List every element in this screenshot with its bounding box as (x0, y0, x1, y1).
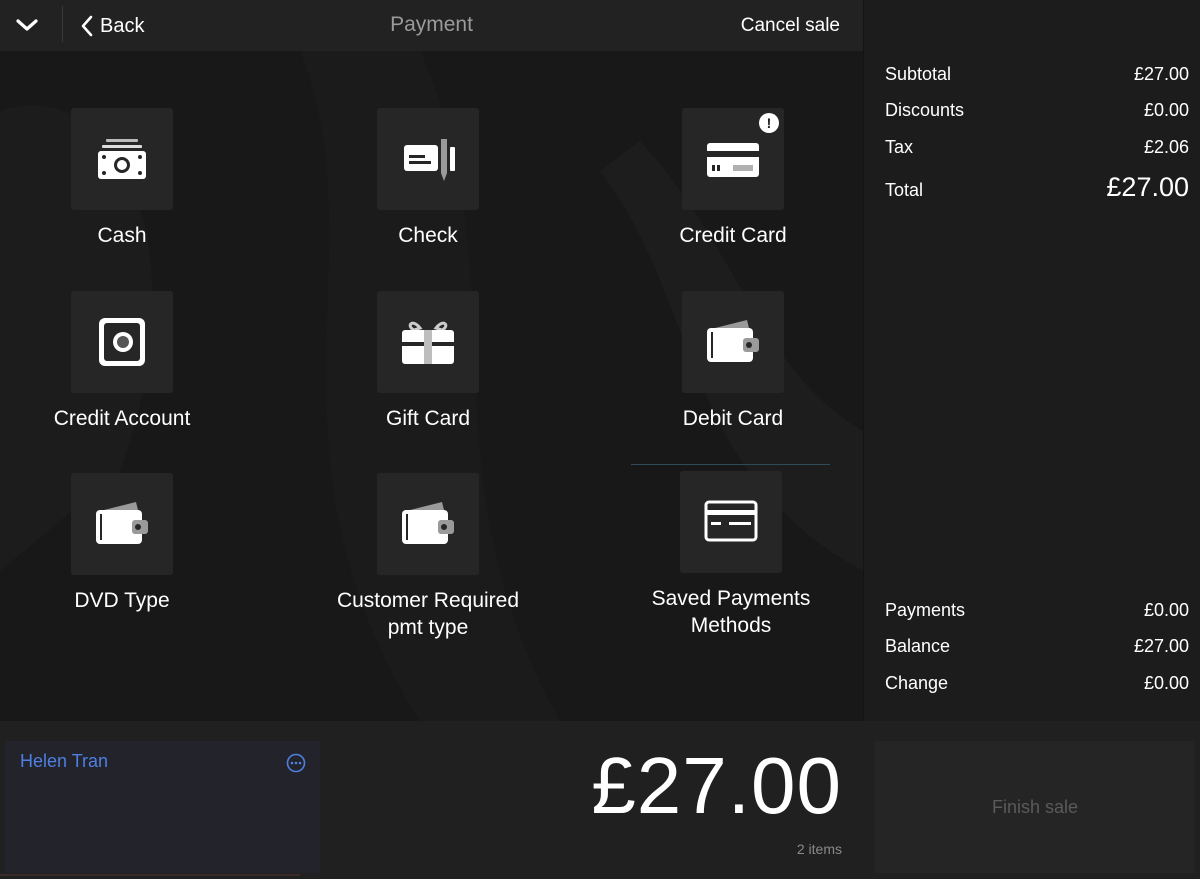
discounts-row: Discounts £0.00 (885, 100, 1189, 121)
check-tile-box (377, 108, 479, 210)
subtotal-label: Subtotal (885, 64, 952, 84)
payment-method-label: Cash (97, 224, 147, 247)
subtotal-value: £27.00 (1133, 64, 1189, 84)
divider (62, 6, 63, 42)
wallet-icon (402, 502, 454, 544)
payment-method-credit-card[interactable]: ! Credit Card (613, 108, 853, 249)
payment-method-gift-card[interactable]: Gift Card (308, 291, 548, 432)
tax-value: £2.06 (1143, 137, 1189, 157)
tax-label: Tax (885, 137, 914, 157)
bottom-edge (0, 874, 300, 876)
gift-card-tile-box (377, 291, 479, 393)
more-options-icon[interactable] (286, 753, 306, 773)
wallet-icon (96, 502, 148, 544)
tax-row: Tax £2.06 (885, 137, 1189, 158)
discounts-value: £0.00 (1143, 100, 1189, 120)
customer-name[interactable]: Helen Tran (20, 751, 108, 772)
payments-row: Payments £0.00 (885, 600, 1189, 621)
payment-method-label: Credit Card (679, 224, 787, 247)
chevron-down-icon[interactable] (14, 13, 40, 37)
cash-icon (98, 139, 146, 179)
payment-method-label: Debit Card (682, 407, 784, 430)
payment-method-label: Check (398, 224, 458, 247)
section-divider (631, 464, 830, 465)
balance-label: Balance (885, 636, 951, 656)
alert-badge: ! (759, 113, 779, 133)
payment-method-saved-payments[interactable]: Saved Payments Methods (611, 471, 851, 639)
customer-card[interactable]: Helen Tran (5, 741, 320, 873)
subtotal-row: Subtotal £27.00 (885, 64, 1189, 85)
chevron-left-icon (81, 15, 93, 37)
payment-method-label: Credit Account (53, 407, 191, 430)
payment-method-label: DVD Type (74, 589, 170, 612)
items-count: 2 items (796, 841, 842, 857)
balance-value: £27.00 (1133, 636, 1189, 656)
credit-card-icon (707, 143, 759, 177)
credit-account-tile-box (71, 291, 173, 393)
change-value: £0.00 (1143, 673, 1189, 693)
discounts-label: Discounts (885, 100, 965, 120)
saved-payments-tile-box (680, 471, 782, 573)
payment-method-label: Gift Card (385, 407, 471, 430)
total-label: Total (885, 180, 924, 200)
footer-bar: Helen Tran £27.00 2 items Finish sale (0, 721, 1200, 879)
change-row: Change £0.00 (885, 673, 1189, 694)
payment-method-debit-card[interactable]: Debit Card (613, 291, 853, 432)
cancel-sale-button[interactable]: Cancel sale (741, 15, 840, 37)
payments-label: Payments (885, 600, 966, 620)
customer-required-tile-box (377, 473, 479, 575)
payment-method-check[interactable]: Check (308, 108, 548, 249)
total-value: £27.00 (1106, 172, 1189, 202)
change-label: Change (885, 673, 949, 693)
payments-value: £0.00 (1143, 600, 1189, 620)
payment-method-label: Saved Payments Methods (651, 587, 811, 637)
payment-method-customer-required[interactable]: Customer Required pmt type (308, 473, 548, 641)
total-row: Total £27.00 (885, 172, 1189, 203)
wallet-icon (707, 320, 759, 362)
top-bar: Back Payment Cancel sale (0, 0, 863, 51)
order-summary: Subtotal £27.00 Discounts £0.00 Tax £2.0… (864, 0, 1200, 721)
cash-tile-box (71, 108, 173, 210)
payment-method-dvd-type[interactable]: DVD Type (2, 473, 242, 614)
check-icon (404, 139, 455, 181)
amount-due: £27.00 (591, 741, 842, 830)
gift-card-icon (402, 321, 454, 364)
saved-card-icon (704, 500, 758, 542)
dvd-type-tile-box (71, 473, 173, 575)
payment-methods-panel: Cash Check ! Credit Card Credit Account … (0, 51, 863, 721)
payment-method-cash[interactable]: Cash (2, 108, 242, 249)
credit-card-tile-box: ! (682, 108, 784, 210)
back-label: Back (100, 14, 145, 37)
payment-method-credit-account[interactable]: Credit Account (2, 291, 242, 432)
payment-method-label: Customer Required pmt type (336, 589, 520, 639)
finish-sale-button[interactable]: Finish sale (875, 741, 1195, 873)
back-button[interactable]: Back (80, 12, 144, 40)
safe-icon (99, 318, 145, 366)
balance-row: Balance £27.00 (885, 636, 1189, 657)
debit-card-tile-box (682, 291, 784, 393)
